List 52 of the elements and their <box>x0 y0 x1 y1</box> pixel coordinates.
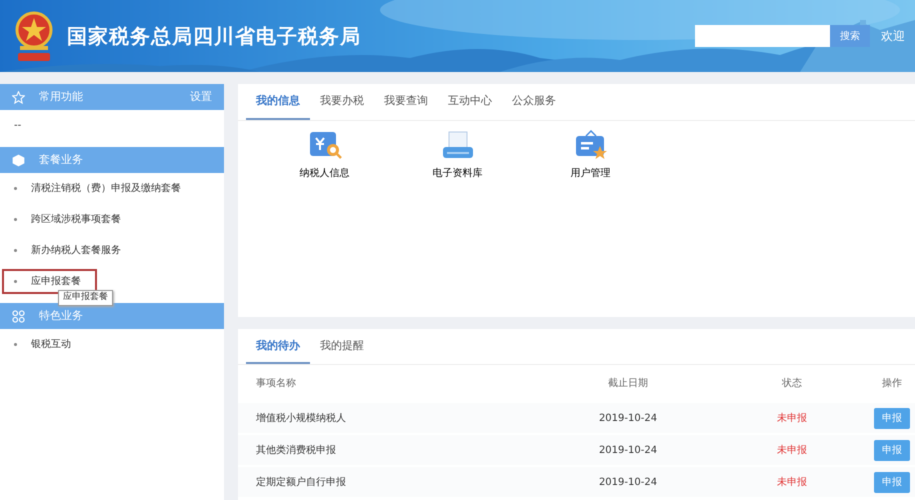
section-title: 特色业务 <box>39 308 84 324</box>
menu-item-label: 应申报套餐 <box>31 274 81 289</box>
grid-icon <box>12 310 25 322</box>
menu-item[interactable]: 清税注销税（费）申报及缴纳套餐 <box>2 176 197 201</box>
shortcut-tile[interactable]: 纳税人信息 <box>258 128 391 316</box>
bullet-icon <box>14 218 17 221</box>
column-header: 事项名称 <box>255 376 297 390</box>
taxpayer-info-icon <box>308 130 342 160</box>
bullet-icon <box>14 280 17 283</box>
menu-item-label: 新办纳税人套餐服务 <box>31 244 121 258</box>
menu-item-label: 跨区域涉税事项套餐 <box>31 212 121 227</box>
shortcut-tile[interactable]: 用户管理 <box>524 128 657 316</box>
menu-item[interactable]: 银税互动 <box>2 332 87 357</box>
status-text: 未申报 <box>776 476 808 490</box>
table-cell-text: 2019-10-24 <box>598 412 658 426</box>
cube-icon <box>12 154 25 166</box>
tab[interactable]: 我的提醒 <box>310 328 374 364</box>
table-cell-text: 增值税小规模纳税人 <box>255 412 347 426</box>
menu-item-label: 清税注销税（费）申报及缴纳套餐 <box>31 182 181 196</box>
search-field[interactable] <box>695 25 830 47</box>
bullet-icon <box>14 343 17 346</box>
section-title: 套餐业务 <box>39 152 84 168</box>
welcome-text: 欢迎 <box>881 28 905 45</box>
menu-item[interactable]: 新办纳税人套餐服务 <box>2 238 137 263</box>
table-cell-text: 2019-10-24 <box>598 444 658 458</box>
menu-item-label: 银税互动 <box>31 338 71 352</box>
column-header: 操作 <box>881 376 903 390</box>
column-header: 状态 <box>781 376 803 390</box>
shortcut-tile[interactable]: 电子资料库 <box>391 128 524 316</box>
tab[interactable]: 我要办税 <box>310 84 374 120</box>
status-text: 未申报 <box>776 412 808 426</box>
section-title: 常用功能 <box>39 88 84 105</box>
bullet-icon <box>14 187 17 190</box>
tab[interactable]: 我的信息 <box>246 84 310 120</box>
tooltip: 应申报套餐 <box>58 290 113 306</box>
printer-icon <box>440 130 474 160</box>
table-cell-text: 2019-10-24 <box>598 476 658 490</box>
id-card-icon <box>574 130 608 160</box>
site-title: 国家税务总局四川省电子税务局 <box>67 23 361 50</box>
table-cell-text: 其他类消费税申报 <box>255 444 337 458</box>
status-text: 未申报 <box>776 444 808 458</box>
tab[interactable]: 公众服务 <box>502 84 566 120</box>
tab[interactable]: 我的待办 <box>246 328 310 364</box>
tab[interactable]: 互动中心 <box>438 84 502 120</box>
column-header: 截止日期 <box>607 376 649 390</box>
table-cell-text: 定期定额户自行申报 <box>255 476 347 490</box>
menu-item-label: -- <box>14 119 22 133</box>
menu-item[interactable]: -- <box>2 113 38 138</box>
star-icon <box>12 90 25 104</box>
tab[interactable]: 我要查询 <box>374 84 438 120</box>
menu-item[interactable]: 跨区域涉税事项套餐 <box>2 207 137 232</box>
bullet-icon <box>14 249 17 252</box>
